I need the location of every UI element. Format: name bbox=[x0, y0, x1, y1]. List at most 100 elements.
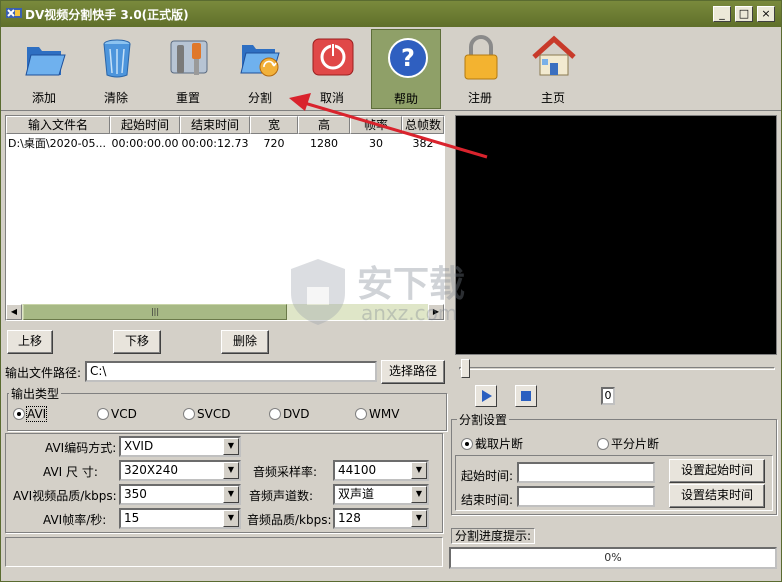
codec-label: AVI编码方式: bbox=[45, 441, 117, 455]
maximize-button[interactable]: □ bbox=[735, 6, 753, 22]
register-button[interactable]: 注册 bbox=[445, 29, 515, 109]
size-select[interactable]: 320X240 ▼ bbox=[119, 460, 241, 481]
output-svcd-label: SVCD bbox=[197, 407, 231, 421]
play-button[interactable] bbox=[475, 385, 497, 407]
chevron-down-icon[interactable]: ▼ bbox=[223, 438, 239, 455]
tools-icon bbox=[170, 40, 208, 75]
clear-button[interactable]: 清除 bbox=[81, 29, 151, 109]
column-header[interactable]: 起始时间 bbox=[110, 116, 180, 134]
column-header[interactable]: 总帧数 bbox=[402, 116, 444, 134]
help-icon: ? bbox=[388, 38, 428, 78]
file-list[interactable]: 输入文件名 起始时间 结束时间 宽 高 帧率 总帧数 D:\桌面\2020-05… bbox=[5, 115, 445, 321]
help-button[interactable]: ? 帮助 bbox=[371, 29, 441, 109]
output-wmv-radio[interactable]: WMV bbox=[355, 407, 399, 421]
column-header[interactable]: 宽 bbox=[250, 116, 298, 134]
stop-button[interactable] bbox=[515, 385, 537, 407]
chevron-down-icon[interactable]: ▼ bbox=[223, 486, 239, 503]
video-quality-select[interactable]: 350 ▼ bbox=[119, 484, 241, 505]
output-path-label: 输出文件路径: bbox=[5, 366, 82, 380]
channels-label: 音频声道数: bbox=[249, 489, 314, 503]
main-window: DV视频分割快手 3.0(正式版) _ □ × 添加 清除 重置 分割 取消 ?… bbox=[0, 0, 782, 582]
output-dvd-radio[interactable]: DVD bbox=[269, 407, 309, 421]
reset-button[interactable]: 重置 bbox=[153, 29, 223, 109]
codec-select[interactable]: XVID ▼ bbox=[119, 436, 241, 457]
split-extract-radio[interactable]: 截取片断 bbox=[461, 435, 523, 452]
video-quality-label: AVI视频品质/kbps: bbox=[13, 489, 117, 503]
column-header[interactable]: 输入文件名 bbox=[6, 116, 110, 134]
split-even-radio[interactable]: 平分片断 bbox=[597, 435, 659, 452]
scroll-right-icon[interactable]: ▶ bbox=[428, 304, 444, 320]
set-end-time-button[interactable]: 设置结束时间 bbox=[669, 484, 765, 508]
output-wmv-label: WMV bbox=[369, 407, 400, 421]
chevron-down-icon[interactable]: ▼ bbox=[223, 510, 239, 527]
channels-select[interactable]: 双声道 ▼ bbox=[333, 484, 429, 505]
cancel-button-label: 取消 bbox=[319, 91, 344, 105]
end-time-field[interactable] bbox=[517, 486, 655, 507]
split-button[interactable]: 分割 bbox=[225, 29, 295, 109]
minimize-button[interactable]: _ bbox=[713, 6, 731, 22]
samplerate-select[interactable]: 44100 ▼ bbox=[333, 460, 429, 481]
table-cell: D:\桌面\2020-05... bbox=[8, 137, 107, 150]
scroll-left-icon[interactable]: ◀ bbox=[6, 304, 22, 320]
radio-selected-icon bbox=[461, 438, 473, 450]
seek-slider[interactable] bbox=[457, 359, 775, 379]
chevron-down-icon[interactable]: ▼ bbox=[223, 462, 239, 479]
chevron-down-icon[interactable]: ▼ bbox=[411, 510, 427, 527]
output-avi-label: AVI bbox=[25, 406, 48, 422]
window-title: DV视频分割快手 3.0(正式版) bbox=[25, 8, 189, 22]
scrollbar-thumb[interactable]: ||| bbox=[23, 304, 287, 320]
output-vcd-radio[interactable]: VCD bbox=[97, 407, 137, 421]
register-button-label: 注册 bbox=[467, 91, 492, 105]
chevron-down-icon[interactable]: ▼ bbox=[411, 462, 427, 479]
clear-button-label: 清除 bbox=[103, 91, 128, 105]
start-time-field[interactable] bbox=[517, 462, 655, 483]
fps-select[interactable]: 15 ▼ bbox=[119, 508, 241, 529]
output-dvd-label: DVD bbox=[283, 407, 310, 421]
move-down-button[interactable]: 下移 bbox=[113, 330, 161, 354]
choose-path-button[interactable]: 选择路径 bbox=[381, 360, 445, 384]
chevron-down-icon[interactable]: ▼ bbox=[411, 486, 427, 503]
progress-bar: 0% bbox=[449, 547, 777, 569]
channels-value: 双声道 bbox=[338, 487, 375, 501]
split-extract-label: 截取片断 bbox=[475, 437, 524, 451]
slider-knob[interactable] bbox=[461, 359, 470, 378]
cancel-button[interactable]: 取消 bbox=[297, 29, 367, 109]
close-button[interactable]: × bbox=[757, 6, 775, 22]
samplerate-value: 44100 bbox=[338, 463, 377, 477]
output-path-field[interactable]: C:\ bbox=[85, 361, 377, 382]
fps-label: AVI帧率/秒: bbox=[43, 513, 107, 527]
output-type-label: 输出类型 bbox=[9, 385, 62, 402]
homepage-button[interactable]: 主页 bbox=[518, 29, 588, 109]
radio-icon bbox=[97, 408, 109, 420]
lock-icon bbox=[464, 35, 498, 80]
fps-value: 15 bbox=[124, 511, 140, 525]
home-icon bbox=[532, 35, 576, 76]
radio-icon bbox=[183, 408, 195, 420]
table-cell: 720 bbox=[263, 137, 285, 150]
size-label: AVI 尺 寸: bbox=[43, 465, 98, 479]
add-button[interactable]: 添加 bbox=[9, 29, 79, 109]
table-cell: 1280 bbox=[310, 137, 338, 150]
homepage-button-label: 主页 bbox=[540, 91, 565, 105]
status-panel bbox=[5, 537, 443, 567]
audio-quality-select[interactable]: 128 ▼ bbox=[333, 508, 429, 529]
toolbar: 添加 清除 重置 分割 取消 ? 帮助 注册 主页 bbox=[1, 27, 781, 111]
progress-text: 0% bbox=[604, 551, 622, 564]
delete-button[interactable]: 删除 bbox=[221, 330, 269, 354]
column-header[interactable]: 帧率 bbox=[350, 116, 402, 134]
table-cell: 382 bbox=[412, 137, 434, 150]
split-even-label: 平分片断 bbox=[611, 437, 660, 451]
video-preview bbox=[455, 115, 777, 355]
audio-quality-value: 128 bbox=[338, 511, 361, 525]
recycle-bin-icon bbox=[103, 39, 131, 78]
set-start-time-button[interactable]: 设置起始时间 bbox=[669, 459, 765, 483]
output-svcd-radio[interactable]: SVCD bbox=[183, 407, 230, 421]
split-button-label: 分割 bbox=[247, 91, 272, 105]
horizontal-scrollbar[interactable]: ◀ ||| ▶ bbox=[6, 304, 444, 320]
column-header[interactable]: 结束时间 bbox=[180, 116, 250, 134]
column-header[interactable]: 高 bbox=[298, 116, 350, 134]
folder-open-icon bbox=[25, 47, 66, 76]
move-up-button[interactable]: 上移 bbox=[7, 330, 53, 354]
samplerate-label: 音频采样率: bbox=[253, 465, 318, 479]
output-avi-radio[interactable]: AVI bbox=[13, 406, 48, 422]
